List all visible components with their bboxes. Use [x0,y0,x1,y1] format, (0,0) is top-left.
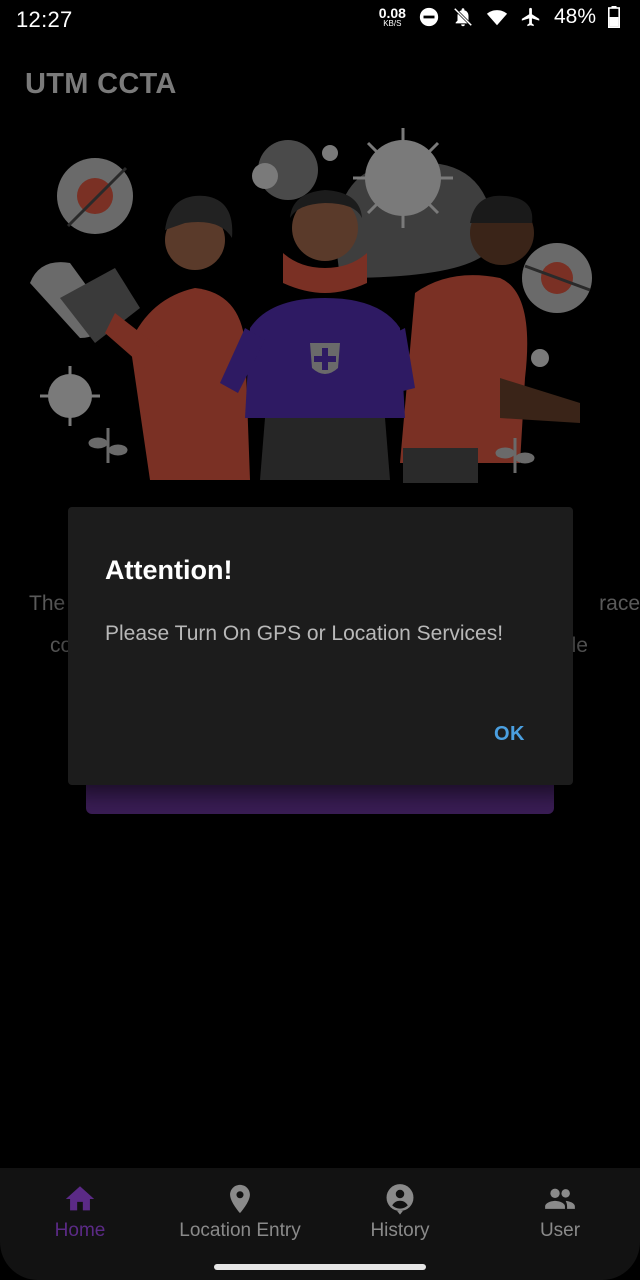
hero-illustration [30,128,592,483]
location-pin-icon [230,1184,250,1214]
no-virus-bubble-right [522,243,592,313]
history-person-icon [386,1184,414,1215]
dialog-message: Please Turn On GPS or Location Services! [105,622,504,645]
nav-label-location-entry: Location Entry [179,1220,301,1241]
network-speed: 0.08 KB/S [379,6,406,28]
nav-item-user[interactable]: User [480,1182,640,1242]
app-title: UTM CCTA [25,68,177,100]
background-text-fragment: race [599,592,640,615]
nav-item-location-entry[interactable]: Location Entry [160,1182,320,1242]
airplane-icon [521,7,540,27]
phone-screen: 12:27 0.08 KB/S 48% UTM CCTA The race co… [0,0,640,1280]
ok-button[interactable]: OK [494,723,525,746]
nav-label-history: History [370,1220,430,1241]
no-virus-bubble-left [57,158,133,234]
home-icon [65,1186,95,1211]
status-bar: 12:27 0.08 KB/S 48% [0,0,640,40]
network-speed-unit: KB/S [383,19,402,28]
notifications-off-icon [453,7,473,27]
dnd-icon [419,7,439,27]
group-icon [545,1188,575,1209]
status-icons: 0.08 KB/S 48% [379,5,620,29]
background-text-fragment: The [29,592,66,615]
background-text-fragment: le [571,634,588,657]
nav-label-user: User [539,1220,581,1241]
battery-icon [608,6,620,28]
nav-item-history[interactable]: History [320,1182,480,1242]
network-speed-value: 0.08 [378,5,406,21]
dialog-title: Attention! [105,555,233,585]
nav-item-home[interactable]: Home [0,1182,160,1242]
nav-label-home: Home [54,1220,106,1241]
home-indicator[interactable] [214,1264,426,1270]
status-time: 12:27 [16,7,73,32]
attention-dialog: Attention! Please Turn On GPS or Locatio… [68,507,573,785]
wifi-icon [486,10,508,26]
battery-percent: 48% [553,5,596,28]
